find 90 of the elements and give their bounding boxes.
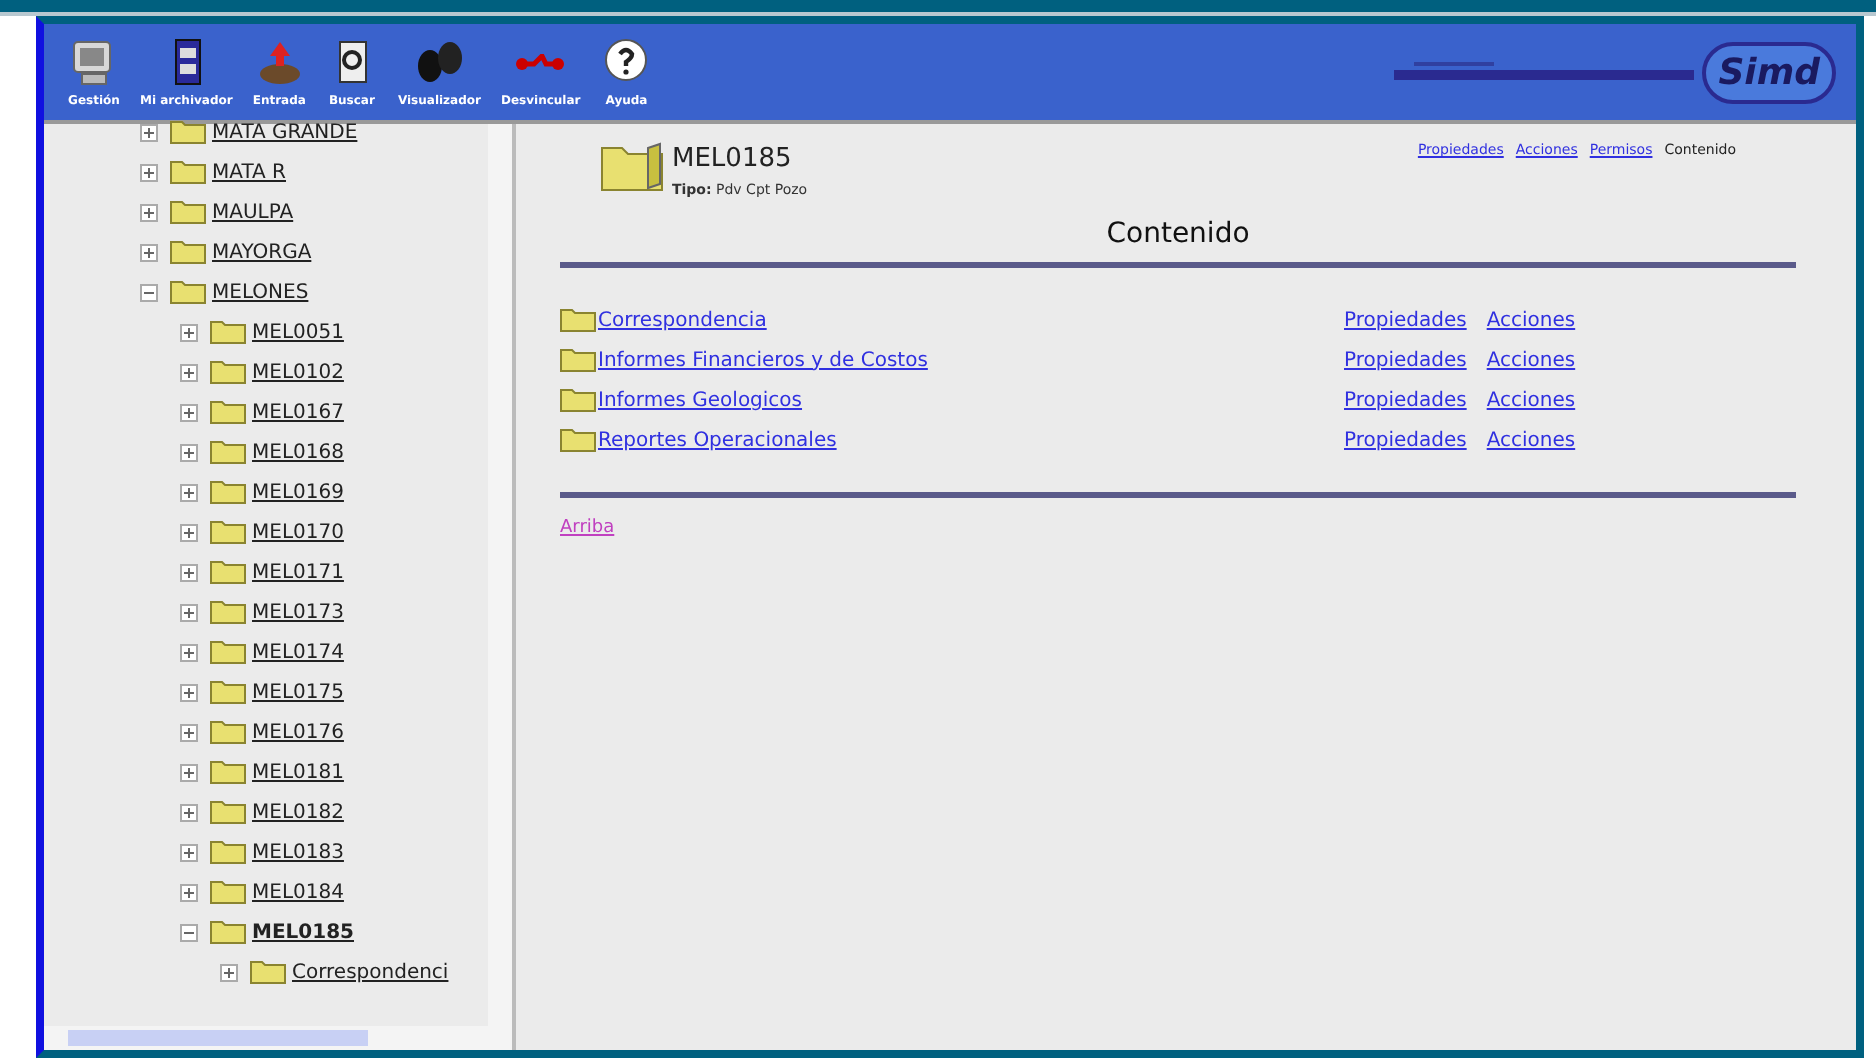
folder-icon [560, 388, 596, 412]
folder-icon [170, 240, 206, 264]
folder-link[interactable]: Informes Geologicos [598, 385, 803, 415]
tree-item[interactable]: MEL0167 [252, 397, 344, 427]
expand-toggle[interactable] [180, 563, 198, 581]
folder-icon [210, 640, 246, 664]
chain-icon [514, 53, 567, 69]
tree-item[interactable]: MEL0185 [252, 917, 354, 947]
tree-item[interactable]: MEL0175 [252, 677, 344, 707]
folder-icon [210, 440, 246, 464]
expand-toggle[interactable] [140, 123, 158, 141]
folder-icon [560, 348, 596, 372]
section-title: Contenido [1106, 218, 1250, 250]
horizontal-scrollbar[interactable] [44, 1026, 512, 1050]
folder-icon [210, 400, 246, 424]
tree-item[interactable]: MEL0170 [252, 517, 344, 547]
expand-toggle[interactable] [220, 963, 238, 981]
folder-icon [170, 200, 206, 224]
expand-toggle[interactable] [180, 363, 198, 381]
help-icon [600, 35, 653, 87]
properties-link[interactable]: Propiedades [1344, 425, 1467, 455]
actions-link[interactable]: Acciones [1486, 385, 1576, 415]
expand-toggle[interactable] [180, 483, 198, 501]
properties-link[interactable]: Propiedades [1344, 385, 1467, 415]
folder-icon [210, 320, 246, 344]
tree-item[interactable]: MEL0182 [252, 797, 344, 827]
folder-icon [210, 680, 246, 704]
tree-item[interactable]: MEL0171 [252, 557, 344, 587]
folder-icon [600, 140, 664, 192]
tree-item[interactable]: MEL0184 [252, 877, 344, 907]
tree-item[interactable]: MEL0169 [252, 477, 344, 507]
expand-toggle[interactable] [180, 683, 198, 701]
tree-item[interactable]: MEL0181 [252, 757, 344, 787]
expand-toggle[interactable] [180, 723, 198, 741]
expand-toggle[interactable] [140, 203, 158, 221]
expand-toggle[interactable] [180, 523, 198, 541]
folder-icon [210, 560, 246, 584]
folder-icon [210, 760, 246, 784]
folder-icon [170, 280, 206, 304]
actions-link[interactable]: Acciones [1486, 345, 1576, 375]
collapse-toggle[interactable] [180, 923, 198, 941]
folder-icon [560, 308, 596, 332]
folder-icon [560, 428, 596, 452]
folder-icon [210, 840, 246, 864]
expand-toggle[interactable] [180, 403, 198, 421]
folder-icon [210, 360, 246, 384]
tree-item[interactable]: MEL0102 [252, 357, 344, 387]
tree-item[interactable]: MEL0176 [252, 717, 344, 747]
tree-item[interactable]: MAULPA [212, 197, 294, 227]
expand-toggle[interactable] [180, 323, 198, 341]
collapse-toggle[interactable] [140, 283, 158, 301]
properties-link[interactable]: Propiedades [1344, 305, 1467, 335]
tree-item[interactable]: MATA GRANDE [212, 117, 358, 147]
actions-link[interactable]: Acciones [1486, 425, 1576, 455]
tree-item[interactable]: MEL0183 [252, 837, 344, 867]
tree-item[interactable]: MATA R [212, 157, 286, 187]
up-link[interactable]: Arriba [560, 518, 615, 538]
expand-toggle[interactable] [180, 883, 198, 901]
folder-icon [210, 720, 246, 744]
expand-toggle[interactable] [180, 843, 198, 861]
folder-icon [210, 480, 246, 504]
folder-link[interactable]: Correspondencia [598, 305, 767, 335]
logo: Simd [1702, 41, 1836, 103]
expand-toggle[interactable] [140, 243, 158, 261]
tree-item[interactable]: MAYORGA [212, 237, 312, 267]
tree-item[interactable]: MEL0174 [252, 637, 344, 667]
actions-link[interactable]: Acciones [1486, 305, 1576, 335]
expand-toggle[interactable] [180, 763, 198, 781]
expand-toggle[interactable] [180, 603, 198, 621]
folder-link[interactable]: Informes Financieros y de Costos [598, 345, 928, 375]
folder-icon [210, 600, 246, 624]
tree-item[interactable]: MEL0168 [252, 437, 344, 467]
folder-icon [170, 120, 206, 144]
folder-icon [170, 160, 206, 184]
folder-icon [210, 920, 246, 944]
tree-item[interactable]: MELONES [212, 277, 309, 307]
expand-toggle[interactable] [180, 443, 198, 461]
expand-toggle[interactable] [180, 803, 198, 821]
folder-link[interactable]: Reportes Operacionales [598, 425, 837, 455]
folder-icon [250, 960, 286, 984]
item-title: MEL0185 [672, 142, 794, 178]
tree-item[interactable]: MEL0173 [252, 597, 344, 627]
tree-item[interactable]: Correspondenci [292, 957, 449, 987]
expand-toggle[interactable] [140, 163, 158, 181]
properties-link[interactable]: Propiedades [1344, 345, 1467, 375]
expand-toggle[interactable] [180, 643, 198, 661]
folder-icon [210, 520, 246, 544]
folder-icon [210, 880, 246, 904]
folder-icon [210, 800, 246, 824]
tree-item[interactable]: MEL0051 [252, 317, 344, 347]
